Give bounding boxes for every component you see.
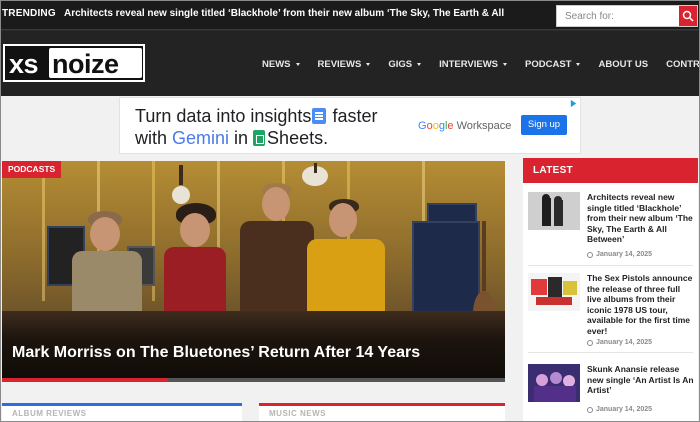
- card-label: ALBUM REVIEWS: [12, 409, 87, 418]
- logo-text-noize: noize: [52, 49, 119, 79]
- ad-text: in: [229, 128, 254, 148]
- clock-icon: [587, 406, 593, 413]
- logo-text-xs: xs: [9, 49, 39, 79]
- latest-date: January 14, 2025: [587, 406, 652, 413]
- guitar-icon: [172, 165, 190, 204]
- nav-label: INTERVIEWS: [439, 59, 499, 70]
- nav-item-reviews[interactable]: REVIEWS: [318, 59, 371, 70]
- featured-title-link[interactable]: Mark Morriss on The Bluetones’ Return Af…: [12, 344, 420, 362]
- nav-label: REVIEWS: [317, 59, 362, 70]
- latest-title-link[interactable]: Architects reveal new single titled ‘Bla…: [587, 192, 695, 245]
- logo-noize-box: noize: [49, 48, 142, 79]
- nav-label: GIGS: [388, 59, 413, 70]
- nav-menu: NEWS REVIEWS GIGS INTERVIEWS PODCAST ABO…: [262, 59, 700, 70]
- sheets-icon: [253, 130, 266, 146]
- search-input[interactable]: [557, 6, 681, 26]
- trending-headline-link[interactable]: Architects reveal new single titled ‘Bla…: [64, 8, 504, 19]
- category-tag-podcasts[interactable]: PODCASTS: [2, 161, 62, 178]
- nav-label: ABOUT US: [598, 59, 649, 70]
- latest-date-text: January 14, 2025: [596, 251, 653, 258]
- slider-progress-fill: [2, 378, 168, 382]
- slider-progress-bar: [2, 378, 505, 382]
- latest-header: LATEST: [523, 158, 698, 183]
- search-button[interactable]: [679, 6, 697, 26]
- latest-sidebar: LATEST Architects reveal new single titl…: [523, 158, 698, 422]
- ad-gemini-text: Gemini: [172, 128, 230, 148]
- nav-item-gigs[interactable]: GIGS: [388, 59, 422, 70]
- latest-thumbnail: [528, 192, 580, 230]
- docs-icon: [312, 108, 327, 124]
- album-reviews-card: ALBUM REVIEWS: [2, 403, 242, 422]
- latest-date-text: January 14, 2025: [596, 339, 653, 346]
- ad-text: Sheets.: [267, 128, 329, 148]
- nav-label: NEWS: [262, 59, 291, 70]
- main-content: Turn data into insights faster with Gemi…: [0, 96, 700, 422]
- latest-date-text: January 14, 2025: [596, 406, 653, 413]
- chevron-down-icon: [503, 63, 508, 66]
- clock-icon: [587, 251, 593, 258]
- site-logo[interactable]: xs noize: [3, 44, 145, 82]
- divider: [528, 265, 693, 266]
- chevron-down-icon: [576, 63, 581, 66]
- nav-item-interviews[interactable]: INTERVIEWS: [439, 59, 508, 70]
- nav-item-podcast[interactable]: PODCAST: [525, 59, 581, 70]
- nav-item-about-us[interactable]: ABOUT US: [598, 59, 648, 70]
- google-workspace-logo: Google Workspace: [418, 120, 512, 132]
- amp-head: [427, 203, 477, 223]
- latest-date: January 14, 2025: [587, 251, 652, 258]
- clock-icon: [587, 339, 593, 346]
- nav-item-contribute[interactable]: CONTRIBUTE: [666, 59, 700, 70]
- chevron-down-icon: [295, 63, 300, 66]
- main-navbar: xs noize NEWS REVIEWS GIGS INTERVIEWS PO…: [0, 31, 700, 96]
- search-icon: [682, 10, 694, 22]
- ad-choices-icon[interactable]: [569, 99, 578, 108]
- trending-bar: TRENDING Architects reveal new single ti…: [0, 0, 700, 30]
- card-label: MUSIC NEWS: [269, 409, 326, 418]
- music-news-card: MUSIC NEWS: [259, 403, 505, 422]
- search-box: [556, 5, 698, 27]
- ad-text: faster: [327, 106, 378, 126]
- guitar-icon: [302, 163, 328, 186]
- nav-item-news[interactable]: NEWS: [262, 59, 300, 70]
- latest-thumbnail: [528, 273, 580, 311]
- latest-title-link[interactable]: The Sex Pistols announce the release of …: [587, 273, 695, 336]
- latest-date: January 14, 2025: [587, 339, 652, 346]
- ad-signup-button[interactable]: Sign up: [521, 115, 567, 135]
- latest-thumbnail: [528, 364, 580, 402]
- ad-headline-line2: with Gemini in Sheets.: [135, 128, 328, 149]
- chevron-down-icon: [366, 63, 371, 66]
- nav-label: CONTRIBUTE: [666, 59, 700, 70]
- nav-label: PODCAST: [525, 59, 572, 70]
- tinsel-decoration: [42, 161, 45, 301]
- chevron-down-icon: [417, 63, 422, 66]
- ad-headline-line1: Turn data into insights faster: [135, 106, 377, 127]
- ad-text: Turn data into insights: [135, 106, 312, 126]
- divider: [528, 352, 693, 353]
- ad-banner[interactable]: Turn data into insights faster with Gemi…: [119, 97, 581, 154]
- latest-title-link[interactable]: Skunk Anansie release new single ‘An Art…: [587, 364, 695, 396]
- featured-slider[interactable]: PODCASTS Mark Morriss on The Bluetones’ …: [2, 161, 505, 382]
- trending-label: TRENDING: [2, 8, 56, 19]
- ad-text: with: [135, 128, 173, 148]
